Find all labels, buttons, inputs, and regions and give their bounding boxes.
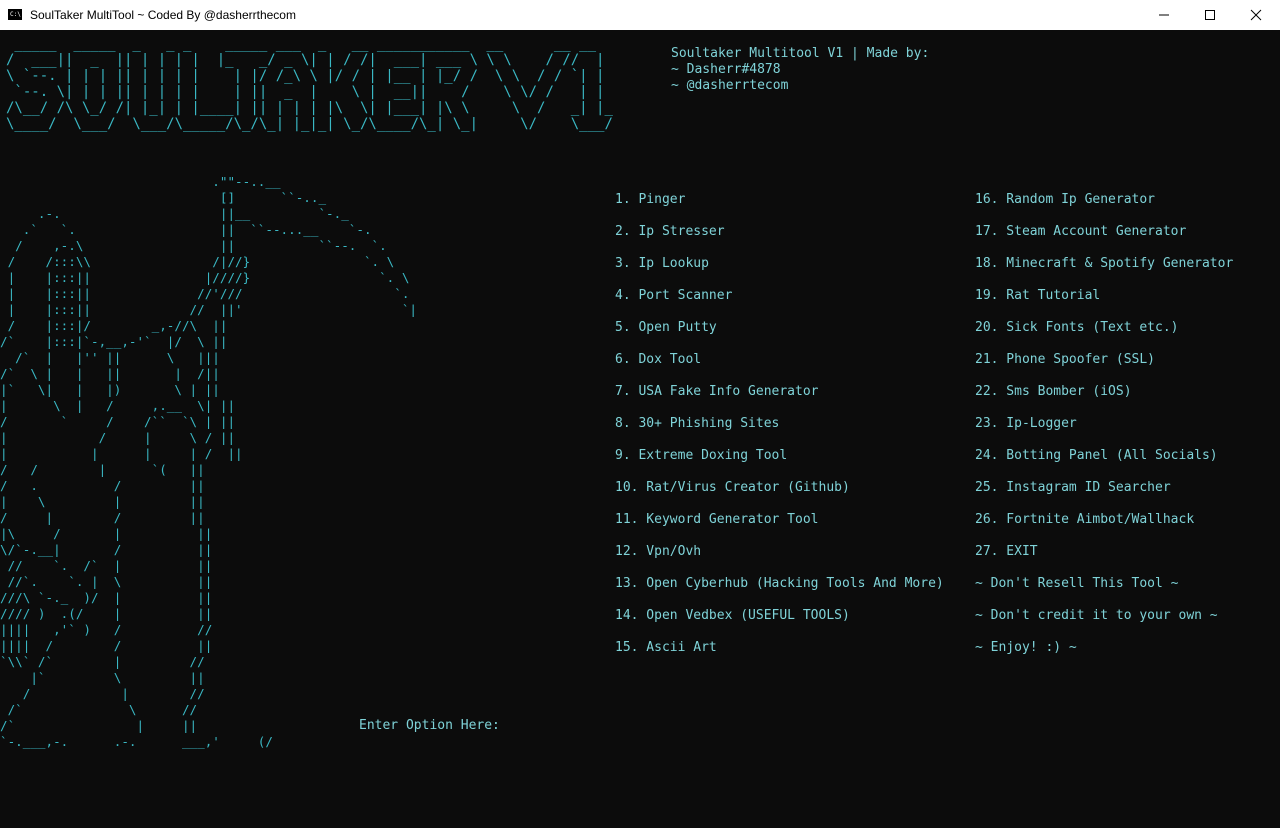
menu-option: ~ Enjoy! :) ~ <box>975 640 1077 655</box>
menu-option: 22. Sms Bomber (iOS) <box>975 384 1132 399</box>
menu-option: 17. Steam Account Generator <box>975 224 1187 239</box>
console-area[interactable]: _____ _____ _ _ _ _____ ___ _ __ _______… <box>0 30 1280 828</box>
menu-option: 21. Phone Spoofer (SSL) <box>975 352 1156 367</box>
ascii-banner: _____ _____ _ _ _ _____ ___ _ __ _______… <box>6 36 613 132</box>
reaper-ascii-art: .""--..__ [] ``-.._ .-. ||__ `-._ .` `. … <box>0 174 418 749</box>
input-prompt[interactable]: Enter Option Here: <box>359 718 500 734</box>
menu-option: 27. EXIT <box>975 544 1038 559</box>
menu-option: 2. Ip Stresser <box>615 224 725 239</box>
menu-option: 5. Open Putty <box>615 320 717 335</box>
menu-option: 25. Instagram ID Searcher <box>975 480 1171 495</box>
menu-option: 23. Ip-Logger <box>975 416 1077 431</box>
window-titlebar[interactable]: C:\ SoulTaker MultiTool ~ Coded By @dash… <box>0 0 1280 30</box>
menu-option: 26. Fortnite Aimbot/Wallhack <box>975 512 1195 527</box>
menu-option: 19. Rat Tutorial <box>975 288 1101 303</box>
credit-block: Soultaker Multitool V1 | Made by: ~ Dash… <box>671 46 929 94</box>
menu-option: 1. Pinger <box>615 192 686 207</box>
menu-option: 9. Extreme Doxing Tool <box>615 448 788 463</box>
menu-option: 14. Open Vedbex (USEFUL TOOLS) <box>615 608 850 623</box>
menu-option: 4. Port Scanner <box>615 288 733 303</box>
menu-option: ~ Don't Resell This Tool ~ <box>975 576 1179 591</box>
close-button[interactable] <box>1233 0 1279 30</box>
credit-line: Soultaker Multitool V1 | Made by: <box>671 46 930 61</box>
menu-option: 13. Open Cyberhub (Hacking Tools And Mor… <box>615 576 944 591</box>
menu-option: 7. USA Fake Info Generator <box>615 384 819 399</box>
menu-option: 3. Ip Lookup <box>615 256 709 271</box>
menu-option: 20. Sick Fonts (Text etc.) <box>975 320 1179 335</box>
menu-option: 12. Vpn/Ovh <box>615 544 702 559</box>
menu-option: 16. Random Ip Generator <box>975 192 1156 207</box>
menu-option: 15. Ascii Art <box>615 640 717 655</box>
maximize-button[interactable] <box>1187 0 1233 30</box>
window-title: SoulTaker MultiTool ~ Coded By @dasherrt… <box>30 8 296 22</box>
menu-option: 18. Minecraft & Spotify Generator <box>975 256 1234 271</box>
minimize-button[interactable] <box>1141 0 1187 30</box>
credit-line: ~ @dasherrtecom <box>671 78 789 93</box>
menu-option: 24. Botting Panel (All Socials) <box>975 448 1218 463</box>
close-icon <box>1250 9 1262 21</box>
minimize-icon <box>1159 14 1169 16</box>
credit-line: ~ Dasherr#4878 <box>671 62 781 77</box>
cmd-icon: C:\ <box>8 9 22 20</box>
menu-option: 6. Dox Tool <box>615 352 702 367</box>
menu-option: ~ Don't credit it to your own ~ <box>975 608 1218 623</box>
menu-option: 8. 30+ Phishing Sites <box>615 416 780 431</box>
menu-option: 10. Rat/Virus Creator (Github) <box>615 480 850 495</box>
maximize-icon <box>1205 10 1215 20</box>
menu-option: 11. Keyword Generator Tool <box>615 512 819 527</box>
